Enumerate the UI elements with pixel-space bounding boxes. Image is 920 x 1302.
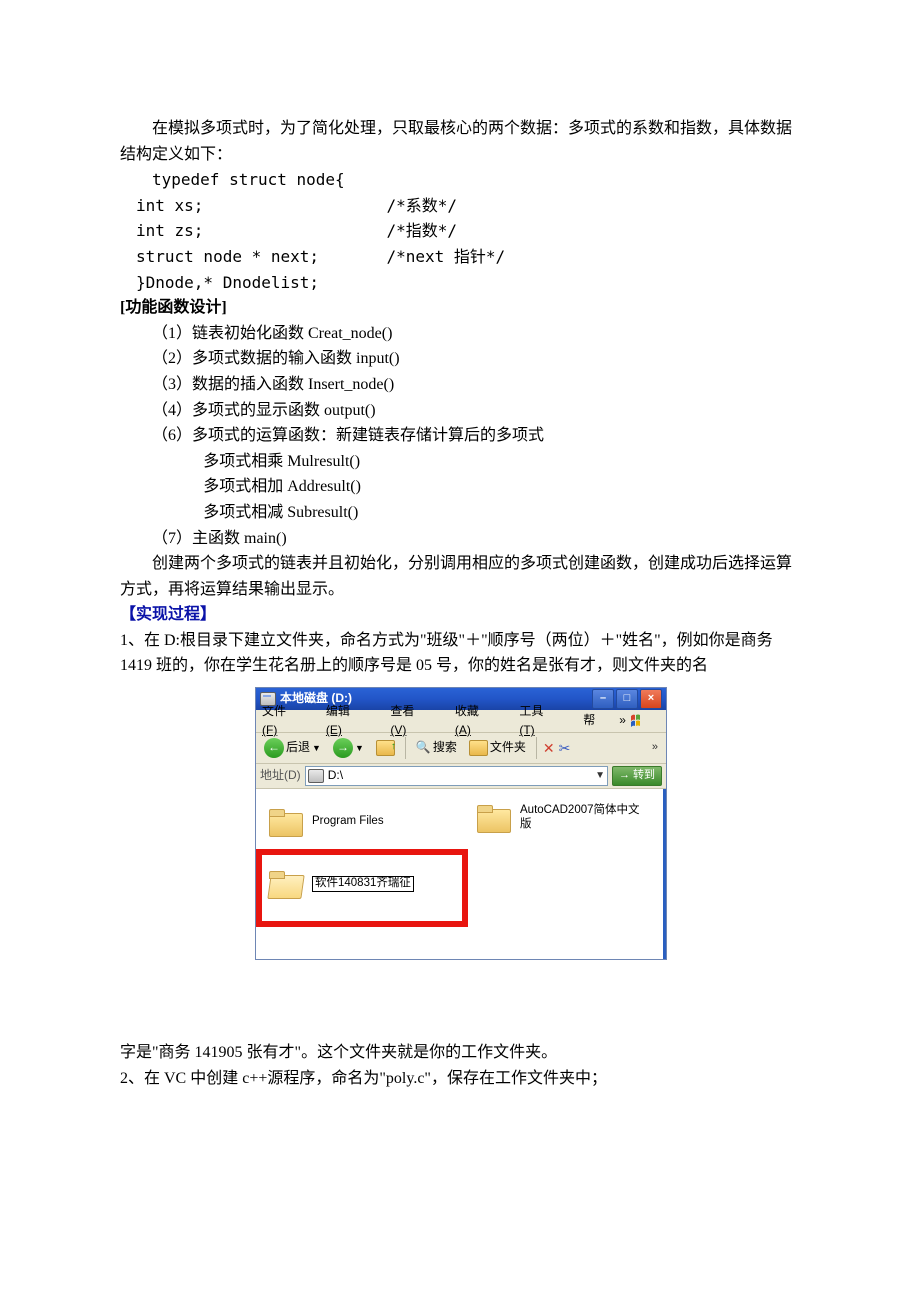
delete-icon[interactable]: ✕ [543, 737, 555, 759]
code-xs-comment: /*系数*/ [386, 196, 457, 215]
func-item-3: （3）数据的插入函数 Insert_node() [120, 372, 802, 398]
step-1: 1、在 D:根目录下建立文件夹，命名方式为"班级"＋"顺序号（两位）＋"姓名"，… [120, 628, 802, 679]
summary-paragraph: 创建两个多项式的链表并且初始化，分别调用相应的多项式创建函数，创建成功后选择运算… [120, 551, 802, 602]
address-bar: 地址(D) D:\ ▼ 转到 [256, 764, 666, 789]
folders-label: 文件夹 [490, 738, 526, 757]
search-button[interactable]: 🔍 搜索 [412, 737, 461, 758]
chevron-down-icon[interactable]: ▼ [595, 768, 605, 784]
folder-icon [476, 803, 512, 833]
code-next-comment: /*next 指针*/ [386, 247, 505, 266]
back-label: 后退 [286, 738, 310, 757]
folders-icon [469, 740, 488, 756]
up-button[interactable] [372, 739, 399, 757]
back-icon: ← [264, 738, 284, 758]
func-item-5a: 多项式相乘 Mulresult() [120, 449, 802, 475]
address-input[interactable]: D:\ ▼ [305, 766, 608, 786]
forward-icon: → [333, 738, 353, 758]
windows-logo-icon [630, 712, 648, 730]
menu-overflow[interactable]: » [619, 711, 626, 730]
func-item-2: （2）多项式数据的输入函数 input() [120, 346, 802, 372]
maximize-button[interactable] [616, 689, 638, 709]
folder-label: Program Files [312, 815, 384, 829]
func-item-5b: 多项式相加 Addresult() [120, 474, 802, 500]
intro-paragraph: 在模拟多项式时，为了简化处理，只取最核心的两个数据：多项式的系数和指数，具体数据… [120, 116, 802, 167]
func-item-5c: 多项式相减 Subresult() [120, 500, 802, 526]
menu-edit[interactable]: 编辑(E) [326, 702, 378, 740]
close-button[interactable] [640, 689, 662, 709]
func-item-5: （6）多项式的运算函数：新建链表存储计算后的多项式 [120, 423, 802, 449]
code-zs-decl: int zs; [136, 221, 203, 240]
func-item-1: （1）链表初始化函数 Creat_node() [120, 321, 802, 347]
folder-icon [268, 807, 304, 837]
cut-icon[interactable]: ✂ [559, 737, 571, 759]
highlight-box [256, 849, 468, 927]
explorer-window: 本地磁盘 (D:) 文件(F) 编辑(E) 查看(V) 收藏(A) 工具(T) … [255, 687, 667, 960]
menu-view[interactable]: 查看(V) [390, 702, 442, 740]
menu-file[interactable]: 文件(F) [262, 702, 314, 740]
code-next: struct node * next; /*next 指针*/ [120, 244, 802, 270]
code-next-decl: struct node * next; [136, 247, 319, 266]
go-button[interactable]: 转到 [612, 766, 662, 786]
explorer-content[interactable]: Program Files AutoCAD2007简体中文版 软件140831齐… [256, 789, 666, 959]
func-item-6: （7）主函数 main() [120, 526, 802, 552]
step-1-continued: 字是"商务 141905 张有才"。这个文件夹就是你的工作文件夹。 [120, 1040, 802, 1066]
minimize-button[interactable] [592, 689, 614, 709]
address-label: 地址(D) [260, 766, 301, 785]
code-zs: int zs; /*指数*/ [120, 218, 802, 244]
folder-autocad[interactable]: AutoCAD2007简体中文版 [476, 803, 650, 833]
menu-tools[interactable]: 工具(T) [519, 702, 571, 740]
search-label: 搜索 [433, 738, 457, 757]
func-item-4: （4）多项式的显示函数 output() [120, 398, 802, 424]
code-close: }Dnode,* Dnodelist; [120, 270, 802, 296]
code-typedef: typedef struct node{ [120, 167, 802, 193]
folder-program-files[interactable]: Program Files [268, 807, 384, 837]
drive-icon [308, 769, 324, 783]
menu-help[interactable]: 帮 [583, 711, 607, 730]
go-label: 转到 [633, 767, 655, 785]
separator [405, 737, 406, 759]
process-heading: 【实现过程】 [120, 602, 802, 628]
menu-favorites[interactable]: 收藏(A) [455, 702, 507, 740]
chevron-down-icon: ▼ [312, 741, 321, 755]
folders-button[interactable]: 文件夹 [465, 737, 530, 758]
folder-label: AutoCAD2007简体中文版 [520, 804, 650, 832]
forward-button[interactable]: → ▼ [329, 737, 368, 759]
code-xs-decl: int xs; [136, 196, 203, 215]
code-xs: int xs; /*系数*/ [120, 193, 802, 219]
drive-icon [260, 692, 276, 706]
toolbar-overflow[interactable]: » [652, 739, 662, 757]
function-design-heading: [功能函数设计] [120, 295, 802, 321]
back-button[interactable]: ← 后退 ▼ [260, 737, 325, 759]
menu-bar: 文件(F) 编辑(E) 查看(V) 收藏(A) 工具(T) 帮 » [256, 710, 666, 733]
search-icon: 🔍 [416, 738, 431, 757]
step-2: 2、在 VC 中创建 c++源程序，命名为"poly.c"，保存在工作文件夹中； [120, 1066, 802, 1092]
address-value: D:\ [328, 766, 343, 785]
chevron-down-icon: ▼ [355, 741, 364, 755]
code-zs-comment: /*指数*/ [386, 221, 457, 240]
separator [536, 737, 537, 759]
folder-up-icon [376, 740, 395, 756]
